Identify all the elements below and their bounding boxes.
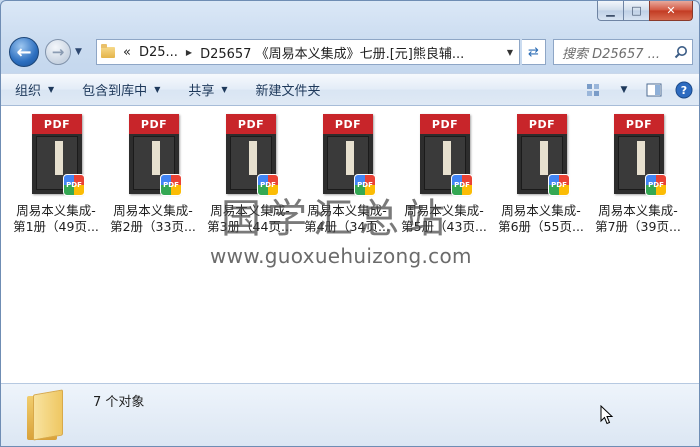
address-segment-current[interactable]: D25657 《周易本义集成》七册.[元]熊良辅... <box>196 43 468 62</box>
pdf-badge-icon: PDF <box>63 174 85 196</box>
address-bar[interactable]: « D25... ▶ D25657 《周易本义集成》七册.[元]熊良辅... ▼ <box>96 39 520 65</box>
file-name-line1: 周易本义集成- <box>113 203 193 218</box>
pdf-thumbnail: PDF PDF <box>127 112 182 196</box>
help-icon[interactable]: ? <box>669 74 699 105</box>
refresh-icon: ⇄ <box>528 44 539 60</box>
back-button[interactable]: ← <box>9 37 39 67</box>
address-overflow[interactable]: « <box>119 45 135 60</box>
organize-label: 组织 <box>15 84 42 99</box>
pdf-badge-icon: PDF <box>160 174 182 196</box>
organize-button[interactable]: 组织 ▼ <box>1 74 68 105</box>
chevron-right-icon[interactable]: ▶ <box>182 48 196 57</box>
pdf-badge-icon: PDF <box>645 174 667 196</box>
chevron-down-icon: ▼ <box>221 85 228 94</box>
thumbnail-label: PDF <box>420 114 470 134</box>
pdf-thumbnail: PDF PDF <box>418 112 473 196</box>
svg-text:?: ? <box>681 84 687 97</box>
file-name-line1: 周易本义集成- <box>501 203 581 218</box>
pdf-thumbnail: PDF PDF <box>30 112 85 196</box>
chevron-down-icon: ▼ <box>48 85 55 94</box>
folder-icon <box>97 40 119 64</box>
explorer-window: ▁ □ ✕ ← → ▼ « D25... ▶ D25657 《周易本义集成》七册… <box>0 0 700 447</box>
details-pane: 7 个对象 <box>1 383 699 446</box>
share-button[interactable]: 共享 ▼ <box>174 74 241 105</box>
address-dropdown-icon[interactable]: ▼ <box>501 48 519 57</box>
file-item[interactable]: PDF PDF 周易本义集成- 第6册（55页... <box>496 112 586 235</box>
file-list: PDF PDF 周易本义集成- 第1册（49页... PDF PDF 周易本义集… <box>1 106 699 383</box>
thumbnail-label: PDF <box>614 114 664 134</box>
file-name-line2: 第2册（33页... <box>110 219 196 234</box>
new-folder-button[interactable]: 新建文件夹 <box>242 74 335 105</box>
thumbnail-label: PDF <box>226 114 276 134</box>
item-count: 7 个对象 <box>93 395 145 410</box>
file-name-line1: 周易本义集成- <box>598 203 678 218</box>
thumbnail-label: PDF <box>517 114 567 134</box>
view-options-icon[interactable] <box>579 74 609 105</box>
file-name-line2: 第7册（39页... <box>595 219 681 234</box>
refresh-button[interactable]: ⇄ <box>522 39 546 65</box>
new-folder-label: 新建文件夹 <box>255 84 321 99</box>
pdf-thumbnail: PDF PDF <box>612 112 667 196</box>
thumbnail-label: PDF <box>323 114 373 134</box>
command-bar: 组织 ▼ 包含到库中 ▼ 共享 ▼ 新建文件夹 ▼ ? <box>1 73 699 106</box>
recent-pages-dropdown[interactable]: ▼ <box>75 47 87 57</box>
arrow-left-icon: ← <box>16 41 32 63</box>
file-name-line1: 周易本义集成- <box>16 203 96 218</box>
search-icon[interactable] <box>670 45 692 59</box>
include-in-library-button[interactable]: 包含到库中 ▼ <box>68 74 174 105</box>
view-dropdown-icon[interactable]: ▼ <box>609 74 639 105</box>
address-segment-parent[interactable]: D25... <box>135 45 182 60</box>
file-item[interactable]: PDF PDF 周易本义集成- 第1册（49页... <box>11 112 101 235</box>
search-box[interactable]: 搜索 D25657 ... <box>553 39 693 65</box>
pdf-badge-icon: PDF <box>451 174 473 196</box>
pdf-badge-icon: PDF <box>548 174 570 196</box>
close-button[interactable]: ✕ <box>649 1 693 21</box>
minimize-button[interactable]: ▁ <box>597 1 623 21</box>
watermark-url: www.guoxuehuizong.com <box>210 244 472 268</box>
preview-pane-icon[interactable] <box>639 74 669 105</box>
caption-buttons: ▁ □ ✕ <box>597 1 693 21</box>
pdf-thumbnail: PDF PDF <box>515 112 570 196</box>
include-in-library-label: 包含到库中 <box>82 84 148 99</box>
forward-button[interactable]: → <box>45 39 71 65</box>
mouse-cursor-icon <box>600 405 614 425</box>
thumbnail-label: PDF <box>32 114 82 134</box>
pdf-thumbnail: PDF PDF <box>321 112 376 196</box>
maximize-button[interactable]: □ <box>623 1 649 21</box>
view-controls: ▼ ? <box>579 74 699 105</box>
thumbnail-label: PDF <box>129 114 179 134</box>
file-item[interactable]: PDF PDF 周易本义集成- 第2册（33页... <box>108 112 198 235</box>
arrow-right-icon: → <box>51 43 65 61</box>
chevron-down-icon: ▼ <box>154 85 161 94</box>
search-input[interactable]: 搜索 D25657 ... <box>554 43 670 62</box>
pdf-thumbnail: PDF PDF <box>224 112 279 196</box>
file-name-line2: 第1册（49页... <box>13 219 99 234</box>
file-name-line2: 第6册（55页... <box>498 219 584 234</box>
file-item[interactable]: PDF PDF 周易本义集成- 第7册（39页... <box>593 112 683 235</box>
chevron-down-icon: ▼ <box>75 47 82 57</box>
watermark-chinese: 国学汇总站 <box>221 196 451 242</box>
navigation-bar: ← → ▼ « D25... ▶ D25657 《周易本义集成》七册.[元]熊良… <box>1 35 699 67</box>
share-label: 共享 <box>188 84 215 99</box>
folder-icon <box>27 389 63 441</box>
